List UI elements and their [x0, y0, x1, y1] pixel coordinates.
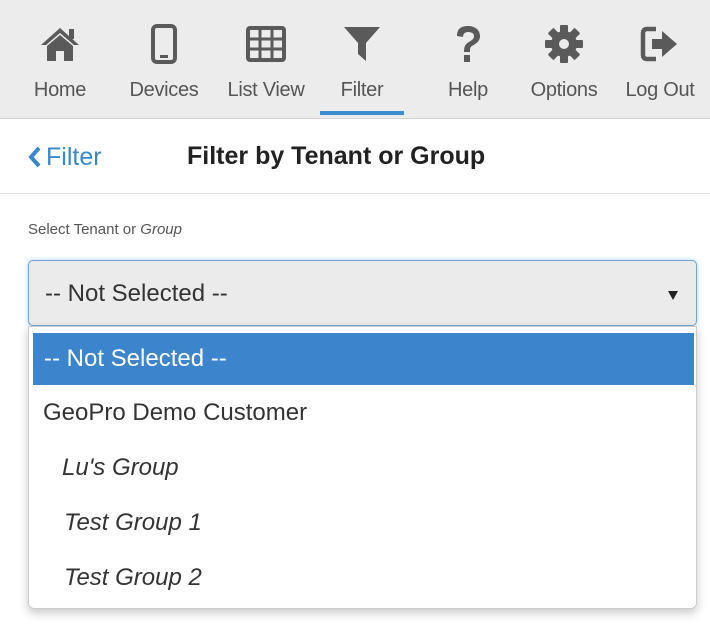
- option-geopro-demo-customer[interactable]: GeoPro Demo Customer: [29, 387, 696, 439]
- grid-icon: [243, 21, 289, 67]
- toolbar-filter-label: Filter: [340, 79, 384, 101]
- toolbar-devices-label: Devices: [129, 79, 199, 101]
- toolbar-listview-label: List View: [227, 79, 305, 101]
- label-text: Select Tenant or: [28, 221, 141, 238]
- option-test-group-2[interactable]: Test Group 2: [29, 552, 696, 604]
- toolbar-options-button[interactable]: Options: [516, 0, 612, 119]
- top-toolbar: Home Devices List View Filter Help Optio…: [0, 0, 710, 119]
- option-not-selected[interactable]: -- Not Selected --: [33, 333, 694, 385]
- toolbar-listview-button[interactable]: List View: [218, 0, 314, 119]
- tenant-group-label: Select Tenant or Group: [28, 221, 182, 238]
- gear-icon: [541, 21, 587, 67]
- option-label: Test Group 2: [64, 564, 202, 591]
- caret-down-icon: [668, 291, 678, 300]
- toolbar-filter-button[interactable]: Filter: [320, 0, 404, 119]
- option-label: Lu's Group: [62, 454, 179, 481]
- toolbar-logout-button[interactable]: Log Out: [616, 0, 704, 119]
- page-title: Filter by Tenant or Group: [187, 142, 486, 170]
- back-button[interactable]: Filter: [28, 142, 102, 172]
- select-current-value: -- Not Selected --: [45, 280, 228, 307]
- toolbar-logout-label: Log Out: [625, 79, 695, 101]
- toolbar-home-button[interactable]: Home: [18, 0, 102, 119]
- toolbar-home-label: Home: [33, 79, 87, 101]
- option-lus-group[interactable]: Lu's Group: [29, 442, 696, 494]
- home-icon: [37, 21, 83, 67]
- toolbar-devices-button[interactable]: Devices: [116, 0, 212, 119]
- toolbar-help-label: Help: [448, 79, 488, 101]
- chevron-left-icon: [28, 146, 41, 168]
- toolbar-options-label: Options: [530, 79, 598, 101]
- question-icon: [445, 21, 491, 67]
- filter-icon: [339, 21, 385, 67]
- label-italic-text: Group: [140, 221, 182, 238]
- option-label: -- Not Selected --: [44, 345, 227, 372]
- back-button-label: Filter: [46, 142, 102, 171]
- option-test-group-1[interactable]: Test Group 1: [29, 497, 696, 549]
- tenant-group-select[interactable]: -- Not Selected --: [28, 260, 697, 326]
- toolbar-help-button[interactable]: Help: [420, 0, 516, 119]
- mobile-icon: [141, 21, 187, 67]
- logout-icon: [637, 21, 683, 67]
- option-label: GeoPro Demo Customer: [43, 399, 308, 426]
- active-tab-indicator: [320, 111, 404, 115]
- select-dropdown-list: -- Not Selected -- GeoPro Demo Customer …: [28, 326, 697, 609]
- option-label: Test Group 1: [64, 509, 202, 536]
- page-header: Filter Filter by Tenant or Group: [0, 120, 710, 194]
